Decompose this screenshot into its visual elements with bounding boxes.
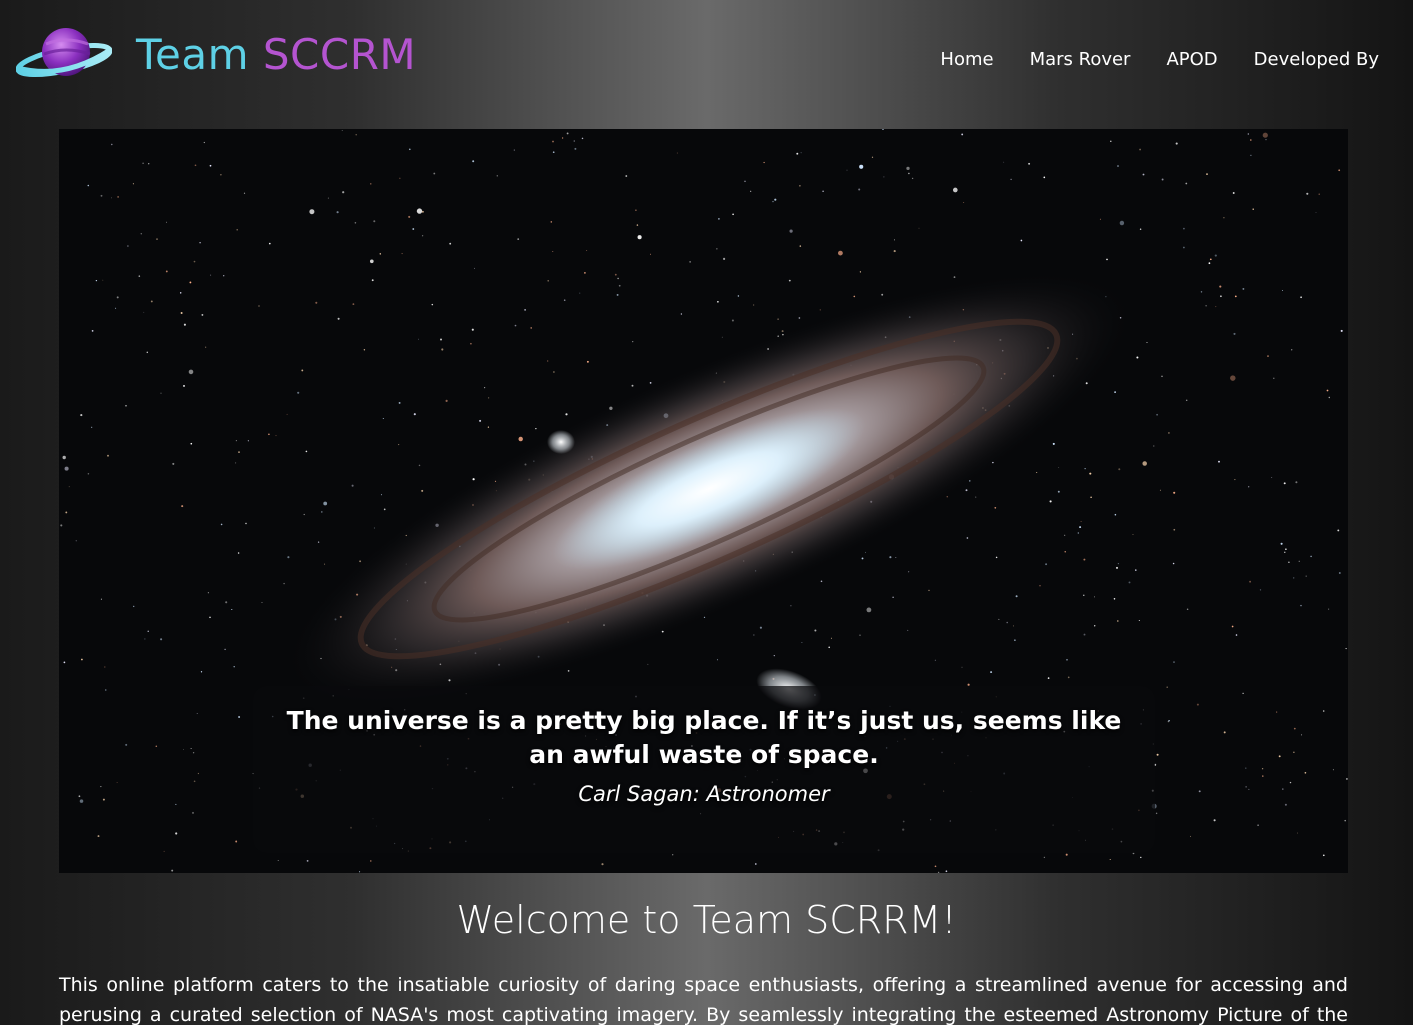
- welcome-heading: Welcome to Team SCRRM!: [456, 898, 957, 942]
- navbar: Team SCCRM Home Mars Rover APOD Develope…: [0, 0, 1413, 110]
- nav-mars-rover-link[interactable]: Mars Rover: [1030, 49, 1131, 70]
- nav-developed-by-link[interactable]: Developed By: [1254, 49, 1379, 70]
- page: Team SCCRM Home Mars Rover APOD Develope…: [0, 0, 1413, 1025]
- welcome-paragraph: This online platform caters to the insat…: [59, 974, 1348, 1025]
- brand[interactable]: Team SCCRM: [15, 22, 416, 88]
- brand-word-team: Team: [136, 30, 250, 79]
- nav-menu: Home Mars Rover APOD Developed By: [940, 49, 1379, 70]
- brand-word-sccrm: SCCRM: [262, 30, 417, 79]
- hero-quote-author: Carl Sagan: Astronomer: [578, 782, 830, 806]
- quote-caption: The universe is a pretty big place. If i…: [253, 686, 1155, 853]
- nav-home-link[interactable]: Home: [940, 49, 993, 70]
- nav-apod-link[interactable]: APOD: [1166, 49, 1217, 70]
- brand-name: Team SCCRM: [136, 30, 416, 79]
- hero-quote: The universe is a pretty big place. If i…: [286, 706, 1122, 769]
- planet-icon: [15, 22, 113, 88]
- hero-banner: The universe is a pretty big place. If i…: [59, 129, 1348, 873]
